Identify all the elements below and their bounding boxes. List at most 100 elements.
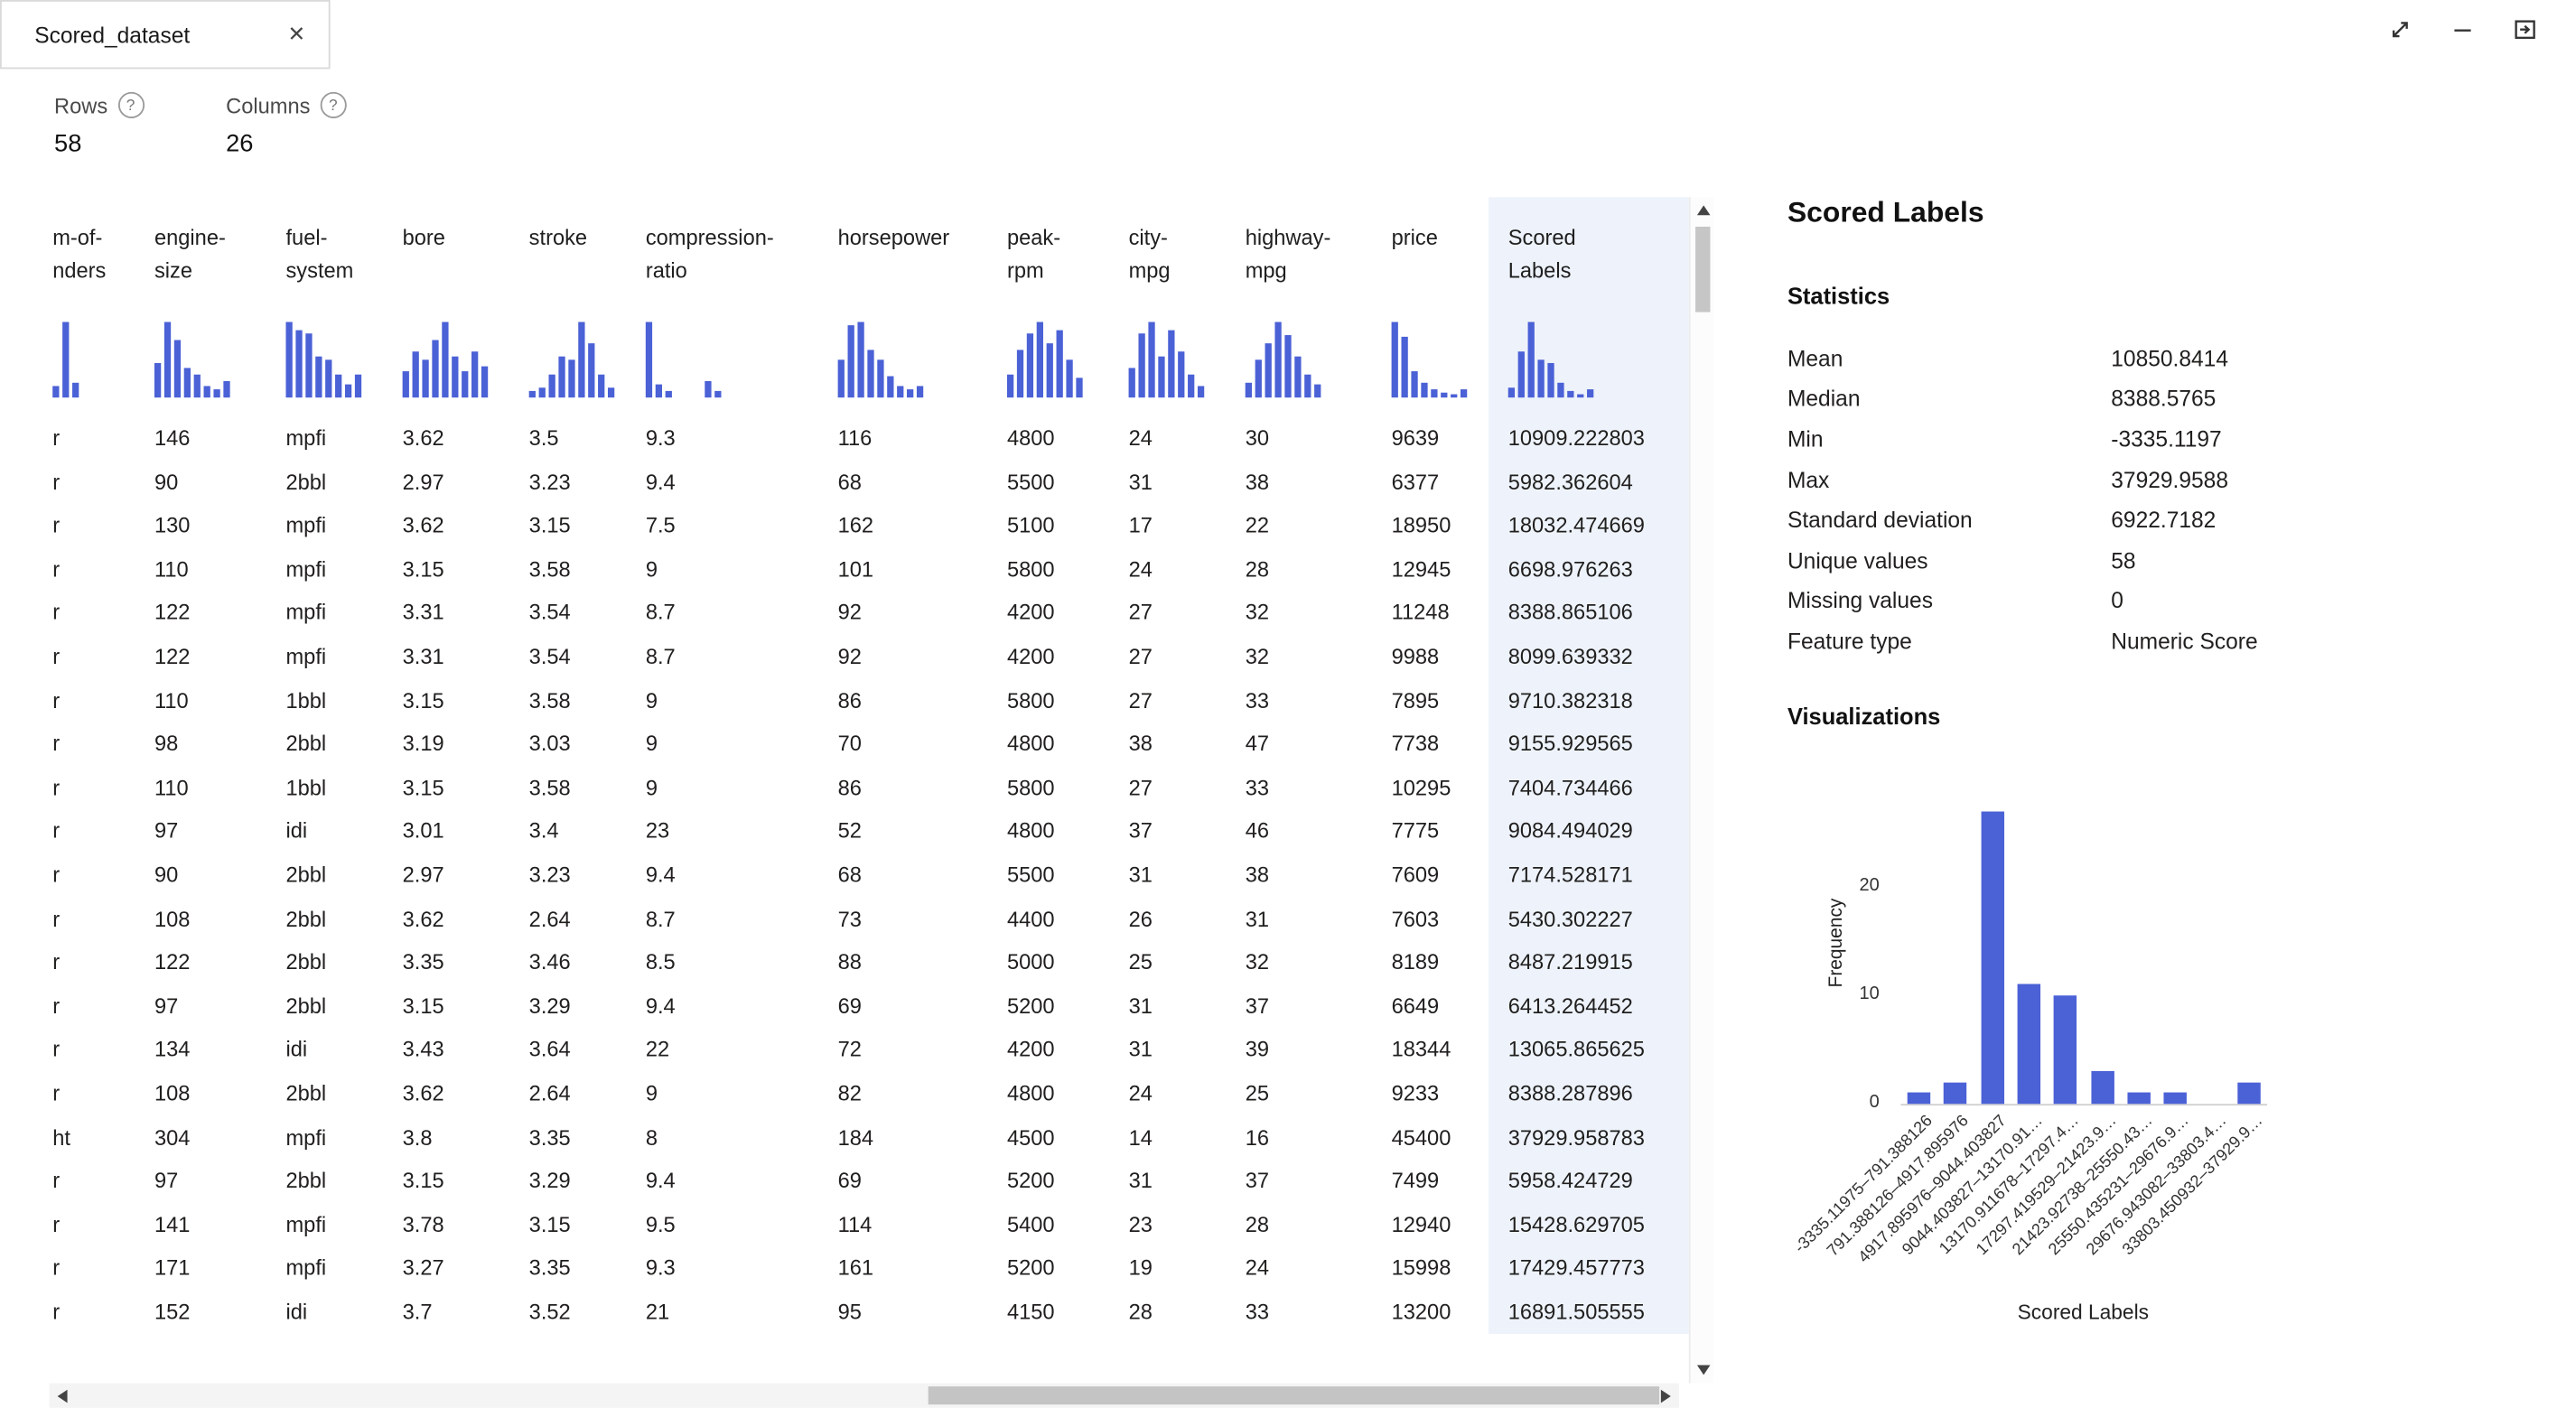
table-cell[interactable]: 16: [1236, 1116, 1380, 1160]
column-header-scored-labels[interactable]: Scored Labels: [1489, 197, 1689, 315]
table-cell[interactable]: 19: [1117, 1247, 1236, 1291]
table-cell[interactable]: 9988: [1380, 636, 1489, 679]
table-cell[interactable]: 4200: [995, 636, 1117, 679]
table-column-city-mpg[interactable]: city-mpg 24 31 17 24 27 27 27 38 27 37 31 26 25 31 31 24…: [1117, 197, 1236, 1335]
table-cell[interactable]: 30: [1236, 417, 1380, 461]
table-cell[interactable]: 7499: [1380, 1160, 1489, 1203]
table-cell[interactable]: 152: [141, 1291, 275, 1334]
table-cell[interactable]: 37: [1117, 810, 1236, 853]
table-cell[interactable]: 8099.639332: [1489, 636, 1689, 679]
table-cell[interactable]: 9: [634, 548, 825, 592]
table-cell[interactable]: 8.7: [634, 636, 825, 679]
table-cell[interactable]: 68: [825, 461, 995, 504]
table-cell[interactable]: r: [0, 548, 141, 592]
table-cell[interactable]: 7895: [1380, 679, 1489, 723]
table-cell[interactable]: 101: [825, 548, 995, 592]
table-cell[interactable]: 10295: [1380, 767, 1489, 810]
table-cell[interactable]: 116: [825, 417, 995, 461]
table-cell[interactable]: mpfi: [276, 1116, 391, 1160]
table-cell[interactable]: 31: [1117, 1160, 1236, 1203]
table-cell[interactable]: r: [0, 461, 141, 504]
table-cell[interactable]: 7738: [1380, 723, 1489, 767]
table-cell[interactable]: 39: [1236, 1029, 1380, 1072]
table-cell[interactable]: 8487.219915: [1489, 941, 1689, 984]
table-cell[interactable]: 9.3: [634, 1247, 825, 1291]
table-cell[interactable]: 68: [825, 854, 995, 898]
table-cell[interactable]: 5100: [995, 505, 1117, 548]
table-cell[interactable]: 97: [141, 1160, 275, 1203]
table-cell[interactable]: 9155.929565: [1489, 723, 1689, 767]
table-cell[interactable]: 141: [141, 1204, 275, 1247]
table-cell[interactable]: 3.62: [391, 1073, 519, 1116]
table-cell[interactable]: 25: [1236, 1073, 1380, 1116]
table-cell[interactable]: 9710.382318: [1489, 679, 1689, 723]
table-cell[interactable]: 92: [825, 592, 995, 635]
table-cell[interactable]: 5200: [995, 1160, 1117, 1203]
table-cell[interactable]: 3.35: [391, 941, 519, 984]
column-header-horsepower[interactable]: horsepower: [825, 197, 995, 315]
table-cell[interactable]: 7404.734466: [1489, 767, 1689, 810]
table-cell[interactable]: 32: [1236, 592, 1380, 635]
table-cell[interactable]: 5800: [995, 679, 1117, 723]
table-cell[interactable]: 88: [825, 941, 995, 984]
table-cell[interactable]: 5500: [995, 461, 1117, 504]
table-cell[interactable]: 9.4: [634, 461, 825, 504]
table-cell[interactable]: 4800: [995, 723, 1117, 767]
table-cell[interactable]: 17: [1117, 505, 1236, 548]
table-cell[interactable]: 3.23: [519, 854, 634, 898]
table-cell[interactable]: 3.58: [519, 548, 634, 592]
table-cell[interactable]: 5000: [995, 941, 1117, 984]
table-cell[interactable]: mpfi: [276, 636, 391, 679]
table-cell[interactable]: 8388.287896: [1489, 1073, 1689, 1116]
table-cell[interactable]: 86: [825, 679, 995, 723]
vertical-scrollbar[interactable]: [1688, 197, 1715, 1384]
table-cell[interactable]: 28: [1236, 1204, 1380, 1247]
table-cell[interactable]: 52: [825, 810, 995, 853]
table-cell[interactable]: 9: [634, 679, 825, 723]
table-cell[interactable]: 9: [634, 723, 825, 767]
table-cell[interactable]: 134: [141, 1029, 275, 1072]
table-cell[interactable]: 37: [1236, 1160, 1380, 1203]
table-cell[interactable]: 16891.505555: [1489, 1291, 1689, 1334]
table-column-stroke[interactable]: stroke 3.5 3.23 3.15 3.58 3.54 3.54 3.58 3.03 3.5…: [519, 197, 634, 1335]
table-cell[interactable]: 4200: [995, 592, 1117, 635]
table-cell[interactable]: 5800: [995, 548, 1117, 592]
horizontal-scrollbar[interactable]: [49, 1383, 1679, 1408]
table-cell[interactable]: 3.52: [519, 1291, 634, 1334]
column-header-compression-ratio[interactable]: compression-ratio: [634, 197, 825, 315]
table-cell[interactable]: 304: [141, 1116, 275, 1160]
table-cell[interactable]: 3.62: [391, 898, 519, 941]
table-cell[interactable]: 110: [141, 679, 275, 723]
table-column-horsepower[interactable]: horsepower 116 68 162 101 92 92 86 70 86 52 68 73 88 6…: [825, 197, 995, 1335]
table-cell[interactable]: 23: [1117, 1204, 1236, 1247]
table-cell[interactable]: 15998: [1380, 1247, 1489, 1291]
table-cell[interactable]: ht: [0, 1116, 141, 1160]
table-cell[interactable]: 33: [1236, 679, 1380, 723]
table-cell[interactable]: 162: [825, 505, 995, 548]
table-cell[interactable]: 5200: [995, 985, 1117, 1029]
table-cell[interactable]: 3.15: [391, 767, 519, 810]
table-cell[interactable]: 3.8: [391, 1116, 519, 1160]
table-cell[interactable]: 31: [1117, 985, 1236, 1029]
table-cell[interactable]: 5800: [995, 767, 1117, 810]
table-cell[interactable]: 8388.865106: [1489, 592, 1689, 635]
column-header-city-mpg[interactable]: city-mpg: [1117, 197, 1236, 315]
table-cell[interactable]: 110: [141, 767, 275, 810]
table-cell[interactable]: 7174.528171: [1489, 854, 1689, 898]
table-cell[interactable]: 31: [1117, 1029, 1236, 1072]
table-cell[interactable]: 1bbl: [276, 679, 391, 723]
table-cell[interactable]: 69: [825, 985, 995, 1029]
scroll-down-button[interactable]: [1691, 1357, 1715, 1381]
table-cell[interactable]: mpfi: [276, 505, 391, 548]
table-cell[interactable]: mpfi: [276, 1204, 391, 1247]
table-cell[interactable]: 46: [1236, 810, 1380, 853]
table-cell[interactable]: 3.58: [519, 679, 634, 723]
table-cell[interactable]: 23: [634, 810, 825, 853]
table-cell[interactable]: 27: [1117, 592, 1236, 635]
table-cell[interactable]: 38: [1236, 854, 1380, 898]
table-cell[interactable]: 3.15: [391, 679, 519, 723]
table-cell[interactable]: 69: [825, 1160, 995, 1203]
table-cell[interactable]: 8.5: [634, 941, 825, 984]
table-cell[interactable]: 8: [634, 1116, 825, 1160]
table-cell[interactable]: 97: [141, 810, 275, 853]
